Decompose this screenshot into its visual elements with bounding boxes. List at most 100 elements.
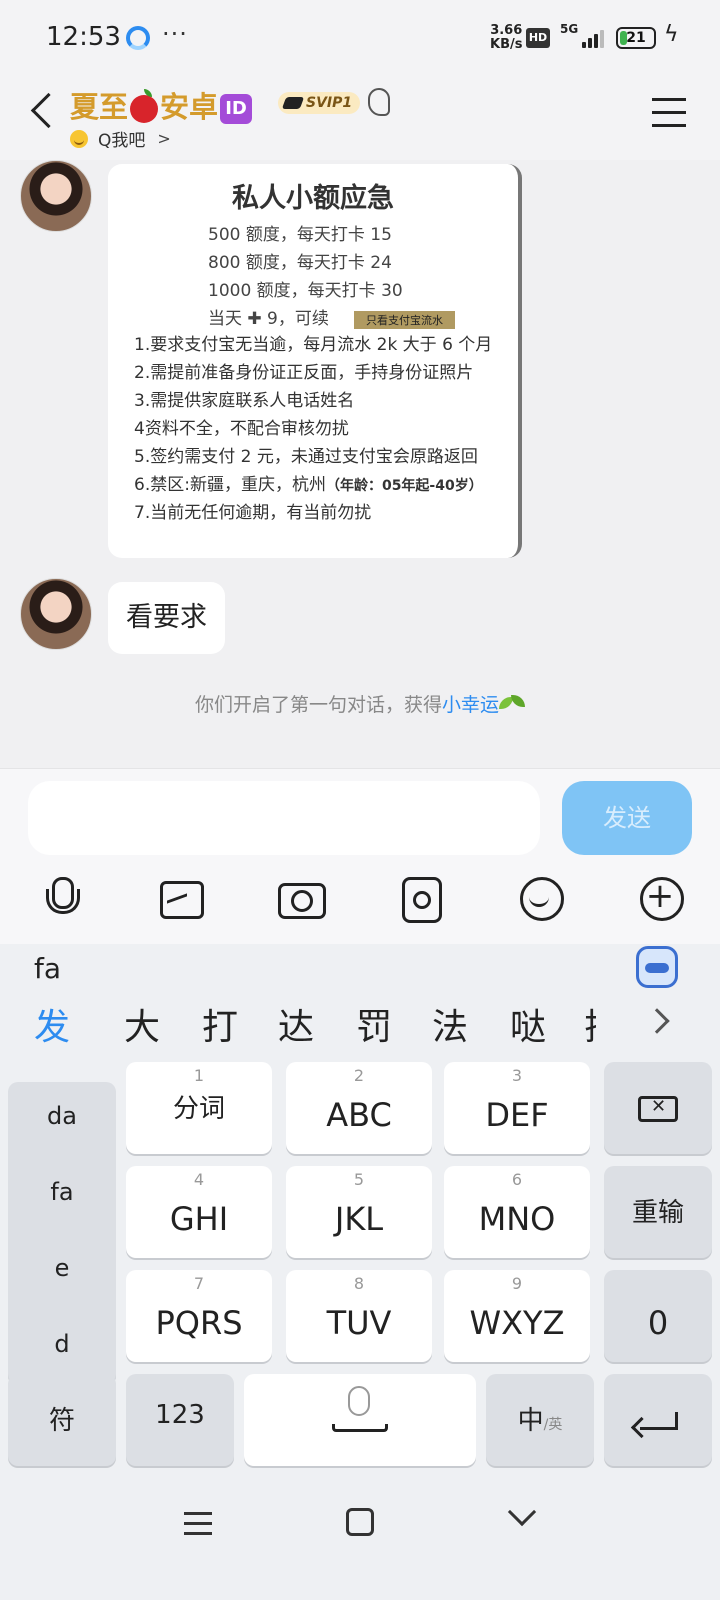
card-rule: 1.要求支付宝无当逾，每月流水 2k 大于 6 个月: [134, 335, 493, 355]
key-3[interactable]: 3 DEF: [444, 1062, 590, 1154]
card-rule-note: （年龄：05年起-40岁）: [325, 478, 483, 494]
key-2[interactable]: 2 ABC: [286, 1062, 432, 1154]
navigation-bar: [0, 1482, 720, 1600]
key-number: 6: [511, 1170, 523, 1189]
system-note: 你们开启了第一句对话，获得小幸运: [0, 690, 720, 717]
text-message[interactable]: 看要求: [108, 582, 225, 654]
emoji-icon[interactable]: [518, 875, 564, 921]
image-message[interactable]: 私人小额应急 500 额度，每天打卡 15 800 额度，每天打卡 24 100…: [108, 164, 522, 558]
pinyin-item[interactable]: fa: [8, 1178, 116, 1206]
enter-icon: [640, 1412, 678, 1430]
qq-icon: [126, 26, 150, 50]
menu-icon[interactable]: [184, 1510, 212, 1536]
ear-icon[interactable]: [368, 88, 390, 116]
ai-bot-icon[interactable]: [636, 946, 678, 988]
contact-avatar[interactable]: [20, 160, 92, 232]
card-rule: 2.需提前准备身份证正反面，手持身份证照片: [134, 363, 474, 383]
numeric-key[interactable]: 123: [126, 1374, 234, 1466]
lang-sub: /英: [543, 1417, 563, 1433]
pinyin-item[interactable]: da: [8, 1102, 116, 1130]
pinyin-list: da fa e d: [8, 1082, 116, 1384]
key-label: DEF: [485, 1096, 549, 1134]
image-icon[interactable]: [158, 875, 204, 921]
lucky-link[interactable]: 小幸运: [442, 694, 499, 716]
input-area: 发送: [0, 768, 720, 944]
key-8[interactable]: 8 TUV: [286, 1270, 432, 1362]
reinput-key[interactable]: 重输: [604, 1166, 712, 1258]
chat-area: 私人小额应急 500 额度，每天打卡 15 800 额度，每天打卡 24 100…: [0, 160, 720, 768]
chevron-right-icon[interactable]: [644, 1008, 670, 1034]
language-key[interactable]: 中/英: [486, 1374, 594, 1466]
lang-main: 中: [517, 1406, 544, 1436]
card-title: 私人小额应急: [232, 183, 394, 214]
key-label: GHI: [169, 1200, 229, 1238]
card-tag: 只看支付宝流水: [354, 311, 455, 329]
network-speed-value: 3.66: [490, 23, 523, 38]
message-input[interactable]: [28, 781, 540, 855]
key-number: 5: [353, 1170, 365, 1189]
key-6[interactable]: 6 MNO: [444, 1166, 590, 1258]
contact-status[interactable]: Q我吧 >: [70, 126, 171, 151]
card-quota: 当天 ✚ 9，可续: [208, 309, 329, 329]
camera-icon[interactable]: [278, 875, 326, 921]
pinyin-item[interactable]: e: [8, 1254, 116, 1282]
space-key[interactable]: [244, 1374, 476, 1466]
mic-icon: [348, 1386, 370, 1416]
candidate-item[interactable]: 打: [202, 998, 238, 1050]
more-notifications-icon: ···: [162, 20, 188, 48]
home-icon[interactable]: [346, 1508, 374, 1536]
apple-emoji-icon: [130, 89, 159, 123]
candidate-item[interactable]: 罚: [356, 998, 392, 1050]
key-label: ABC: [326, 1096, 392, 1134]
pinyin-item[interactable]: d: [8, 1330, 116, 1358]
key-label: WXYZ: [469, 1304, 565, 1342]
candidate-item[interactable]: 达: [278, 998, 314, 1050]
contact-avatar[interactable]: [20, 578, 92, 650]
composing-text: fa: [34, 952, 62, 985]
contact-status-text: Q我吧: [98, 131, 146, 151]
chat-header: 夏至 安卓 ID SVIP1 Q我吧 >: [0, 76, 720, 160]
smile-icon: [70, 129, 88, 148]
status-time: 12:53: [46, 22, 121, 52]
menu-button[interactable]: [652, 98, 686, 128]
mic-icon[interactable]: [38, 875, 84, 921]
system-note-text: 你们开启了第一句对话，获得: [194, 694, 442, 716]
key-number: 8: [353, 1274, 365, 1293]
charging-icon: ϟ: [664, 22, 679, 47]
candidate-item[interactable]: 拉: [584, 998, 596, 1050]
key-7[interactable]: 7 PQRS: [126, 1270, 272, 1362]
card-rule: 6.禁区:新疆，重庆，杭州（年龄：05年起-40岁）: [134, 470, 483, 495]
candidate-item[interactable]: 哒: [510, 998, 546, 1050]
send-button[interactable]: 发送: [562, 781, 692, 855]
chat-title-part1: 夏至: [70, 90, 129, 124]
card-quota: 1000 额度，每天打卡 30: [208, 281, 403, 301]
back-button[interactable]: [24, 88, 64, 138]
chat-title[interactable]: 夏至 安卓 ID: [70, 84, 253, 126]
key-9[interactable]: 9 WXYZ: [444, 1270, 590, 1362]
key-number: 7: [193, 1274, 205, 1293]
svip-badge[interactable]: SVIP1: [278, 92, 361, 114]
symbol-key[interactable]: 符: [8, 1374, 116, 1466]
key-4[interactable]: 4 GHI: [126, 1166, 272, 1258]
key-label: MNO: [478, 1200, 556, 1238]
key-number: 3: [511, 1066, 523, 1085]
key-1[interactable]: 1 分词: [126, 1062, 272, 1154]
card-rule: 7.当前无任何逾期，有当前勿扰: [134, 503, 372, 523]
network-speed: 3.66 KB/s: [490, 24, 522, 52]
back-icon[interactable]: [507, 1497, 537, 1527]
key-5[interactable]: 5 JKL: [286, 1166, 432, 1258]
key-0[interactable]: 0: [604, 1270, 712, 1362]
pocket-icon[interactable]: [398, 875, 444, 923]
enter-key[interactable]: [604, 1374, 712, 1466]
candidate-item[interactable]: 大: [124, 998, 160, 1050]
chat-title-part2: 安卓: [160, 90, 219, 124]
key-label: JKL: [334, 1200, 384, 1238]
key-label: 0: [647, 1304, 669, 1342]
candidate-item[interactable]: 法: [432, 998, 468, 1050]
key-label: 123: [155, 1400, 205, 1430]
plus-icon[interactable]: [638, 875, 684, 921]
card-rule: 4资料不全，不配合审核勿扰: [134, 419, 349, 439]
candidate-item[interactable]: 发: [34, 998, 70, 1050]
backspace-key[interactable]: [604, 1062, 712, 1154]
key-label: 重输: [631, 1198, 684, 1228]
